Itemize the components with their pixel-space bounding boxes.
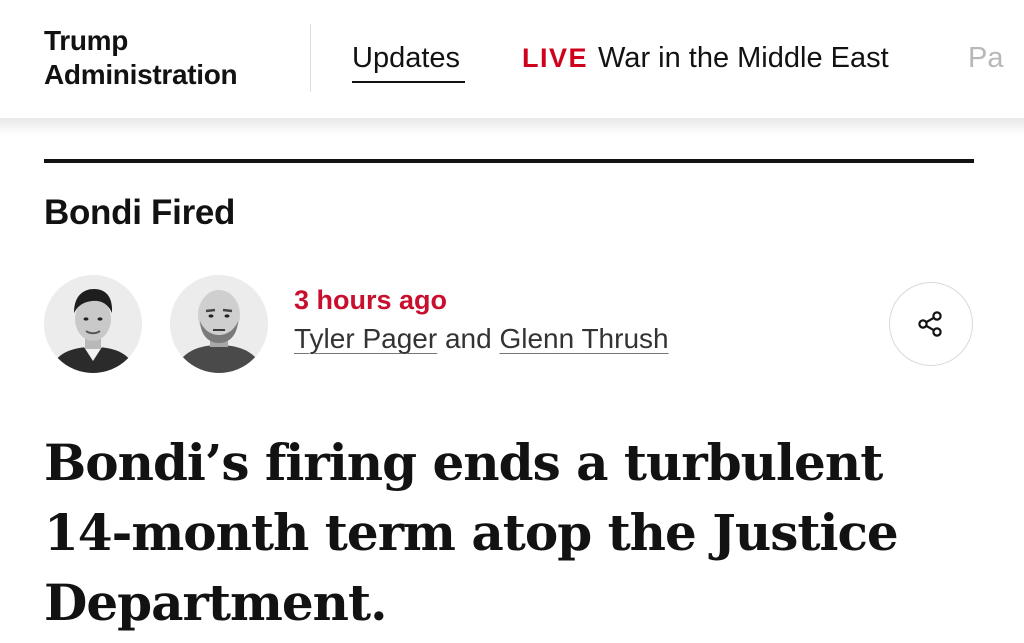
avatar-tyler-pager[interactable] xyxy=(44,275,142,373)
nav-shadow xyxy=(0,118,1024,136)
avatar-glenn-thrush[interactable] xyxy=(170,275,268,373)
section-title-line-2: Administration xyxy=(44,59,238,90)
nav-link-live-label: War in the Middle East xyxy=(598,42,889,74)
article-byline: Tyler Pager and Glenn Thrush xyxy=(294,322,669,356)
nav-link-live-war-middle-east[interactable]: LIVE War in the Middle East xyxy=(522,40,889,76)
section-rule xyxy=(44,159,974,163)
article-timestamp: 3 hours ago xyxy=(294,285,448,315)
author-photo-2 xyxy=(170,275,268,373)
author-link-glenn-thrush[interactable]: Glenn Thrush xyxy=(499,323,668,354)
nav-link-updates[interactable]: Updates xyxy=(352,40,460,76)
nav-divider xyxy=(310,24,311,92)
live-badge: LIVE xyxy=(522,43,589,73)
article-headline: Bondi’s firing ends a turbulent 14-month… xyxy=(44,433,899,632)
author-link-tyler-pager[interactable]: Tyler Pager xyxy=(294,323,437,354)
share-button[interactable] xyxy=(889,282,973,366)
nav-link-next-partial[interactable]: Pa xyxy=(968,40,1003,76)
byline-separator: and xyxy=(444,323,492,354)
author-photo-1 xyxy=(44,275,142,373)
article-kicker[interactable]: Bondi Fired xyxy=(44,192,235,234)
section-title-link[interactable]: Trump Administration xyxy=(44,24,294,92)
share-icon xyxy=(918,311,942,337)
top-navigation: Trump Administration Updates LIVE War in t… xyxy=(0,0,1024,118)
section-title-line-1: Trump xyxy=(44,25,129,56)
active-tab-underline xyxy=(352,81,465,83)
